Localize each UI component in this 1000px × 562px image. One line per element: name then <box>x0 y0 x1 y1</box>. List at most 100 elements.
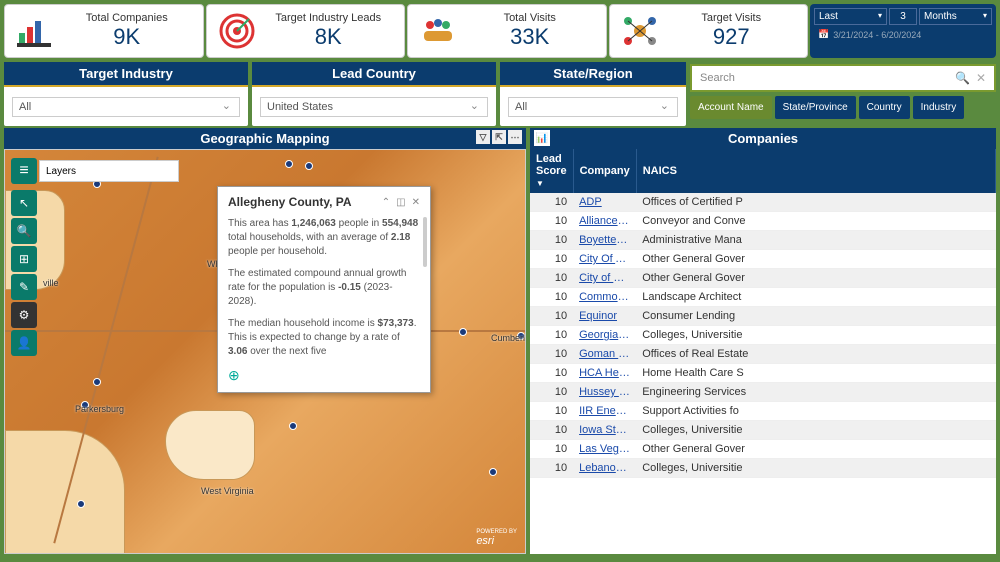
popup-text: The median household income is $73,373. … <box>228 317 420 359</box>
cell-naics: Consumer Lending <box>636 307 995 326</box>
cell-naics: Conveyor and Conve <box>636 212 995 231</box>
close-icon[interactable]: ✕ <box>412 197 420 208</box>
table-row: 10Lebanon Valley CollegeColleges, Univer… <box>530 459 996 478</box>
panel-title: Geographic Mapping ▽ ⇱ ⋯ <box>4 128 526 149</box>
map-place-label: Parkersburg <box>75 404 124 414</box>
tab-account-name[interactable]: Account Name <box>690 96 772 119</box>
date-range-label: 📅3/21/2024 - 6/20/2024 <box>814 29 992 40</box>
chart-toggle-icon[interactable]: 📊 <box>534 130 550 146</box>
map-marker[interactable] <box>285 160 293 168</box>
cell-company-link[interactable]: Goman + York <box>573 345 636 364</box>
table-row: 10Boyette Strategic AdvisorsAdministrati… <box>530 231 996 250</box>
cell-company-link[interactable]: Lebanon Valley College <box>573 459 636 478</box>
map-marker[interactable] <box>489 468 497 476</box>
filter-header: Lead Country <box>252 62 496 87</box>
search-tool-icon[interactable]: 🔍 <box>11 218 37 244</box>
cell-company-link[interactable]: Boyette Strategic Advisors <box>573 231 636 250</box>
tab-state-province[interactable]: State/Province <box>775 96 856 119</box>
layers-menu-icon[interactable]: ≡ <box>11 158 37 184</box>
cell-company-link[interactable]: HCA Healthcare <box>573 364 636 383</box>
cell-naics: Home Health Care S <box>636 364 995 383</box>
zoom-icon[interactable]: ⊕ <box>228 367 420 384</box>
date-range-panel: Last 3 Months 📅3/21/2024 - 6/20/2024 <box>810 4 996 58</box>
state-region-dropdown[interactable]: All <box>508 97 678 117</box>
map-marker[interactable] <box>93 378 101 386</box>
chevron-up-icon[interactable]: ⌃ <box>382 197 390 208</box>
layers-input[interactable] <box>39 160 179 182</box>
table-row: 10HCA HealthcareHome Health Care S <box>530 364 996 383</box>
kpi-label: Total Companies <box>86 12 168 24</box>
cell-score: 10 <box>530 345 573 364</box>
cell-score: 10 <box>530 193 573 212</box>
date-period-select[interactable]: Last <box>814 8 887 25</box>
date-unit-select[interactable]: Months <box>919 8 992 25</box>
table-row: 10Alliance Industrial SolutionsConveyor … <box>530 212 996 231</box>
cell-score: 10 <box>530 459 573 478</box>
kpi-target-visits: Target Visits927 <box>609 4 809 58</box>
filter-icon[interactable]: ▽ <box>476 130 490 144</box>
map-canvas[interactable]: villeWheCumberlaParkersburgWest Virginia… <box>4 149 526 554</box>
cell-company-link[interactable]: Las Vegas Economic Urban Development Dep… <box>573 440 636 459</box>
map-marker[interactable] <box>305 162 313 170</box>
companies-table-wrap[interactable]: Lead Score ▼ Company NAICS 10ADPOffices … <box>530 149 996 554</box>
map-marker[interactable] <box>289 422 297 430</box>
tab-country[interactable]: Country <box>859 96 910 119</box>
cell-company-link[interactable]: Equinor <box>573 307 636 326</box>
cell-score: 10 <box>530 402 573 421</box>
map-place-label: ville <box>43 278 59 288</box>
esri-logo: POWERED BYesri <box>476 529 517 547</box>
pointer-tool-icon[interactable]: ↖ <box>11 190 37 216</box>
cell-score: 10 <box>530 288 573 307</box>
more-icon[interactable]: ⋯ <box>508 130 522 144</box>
settings-tool-icon[interactable]: ⚙ <box>11 302 37 328</box>
cell-naics: Other General Gover <box>636 440 995 459</box>
tab-industry[interactable]: Industry <box>913 96 965 119</box>
col-naics[interactable]: NAICS <box>636 149 995 193</box>
table-row: 10City Of Arvada CoOther General Gover <box>530 250 996 269</box>
map-toolbar: ↖ 🔍 ⊞ ✎ ⚙ 👤 <box>11 190 37 356</box>
table-row: 10City of Colorado SpringsOther General … <box>530 269 996 288</box>
cell-score: 10 <box>530 212 573 231</box>
search-icon[interactable]: 🔍 <box>955 71 970 85</box>
map-marker[interactable] <box>459 328 467 336</box>
table-row: 10Las Vegas Economic Urban Development D… <box>530 440 996 459</box>
map-marker[interactable] <box>77 500 85 508</box>
measure-tool-icon[interactable]: ✎ <box>11 274 37 300</box>
cell-naics: Support Activities fo <box>636 402 995 421</box>
lead-country-dropdown[interactable]: United States <box>260 97 488 117</box>
popup-title: Allegheny County, PA ⌃ ◫ ✕ <box>228 195 420 209</box>
target-icon <box>217 11 257 51</box>
grid-tool-icon[interactable]: ⊞ <box>11 246 37 272</box>
cell-score: 10 <box>530 326 573 345</box>
clear-icon[interactable]: ✕ <box>976 71 986 85</box>
cell-company-link[interactable]: City of Colorado Springs <box>573 269 636 288</box>
map-place-label: West Virginia <box>201 486 254 496</box>
cell-company-link[interactable]: Iowa State University <box>573 421 636 440</box>
search-input[interactable]: Search 🔍 ✕ <box>690 64 996 92</box>
cell-naics: Colleges, Universitie <box>636 459 995 478</box>
cell-company-link[interactable]: Alliance Industrial Solutions <box>573 212 636 231</box>
kpi-total-companies: Total Companies9K <box>4 4 204 58</box>
filter-row: Target Industry All Lead Country United … <box>0 60 1000 128</box>
cell-score: 10 <box>530 421 573 440</box>
filter-header: State/Region <box>500 62 686 87</box>
cell-company-link[interactable]: Georgia Southern University <box>573 326 636 345</box>
cell-company-link[interactable]: IIR Energy <box>573 402 636 421</box>
popup-scrollbar[interactable] <box>423 217 427 267</box>
cell-company-link[interactable]: Commonwealth Economics <box>573 288 636 307</box>
connect-icon <box>620 11 660 51</box>
user-tool-icon[interactable]: 👤 <box>11 330 37 356</box>
cell-naics: Offices of Certified P <box>636 193 995 212</box>
cell-company-link[interactable]: City Of Arvada Co <box>573 250 636 269</box>
dock-icon[interactable]: ◫ <box>396 197 405 208</box>
cell-company-link[interactable]: Hussey Gay Bell <box>573 383 636 402</box>
col-lead-score[interactable]: Lead Score ▼ <box>530 149 573 193</box>
kpi-value: 33K <box>510 24 549 50</box>
col-company[interactable]: Company <box>573 149 636 193</box>
cell-company-link[interactable]: ADP <box>573 193 636 212</box>
filter-state-region: State/Region All <box>500 62 686 126</box>
cell-naics: Colleges, Universitie <box>636 326 995 345</box>
target-industry-dropdown[interactable]: All <box>12 97 240 117</box>
date-count-select[interactable]: 3 <box>889 8 917 25</box>
export-icon[interactable]: ⇱ <box>492 130 506 144</box>
